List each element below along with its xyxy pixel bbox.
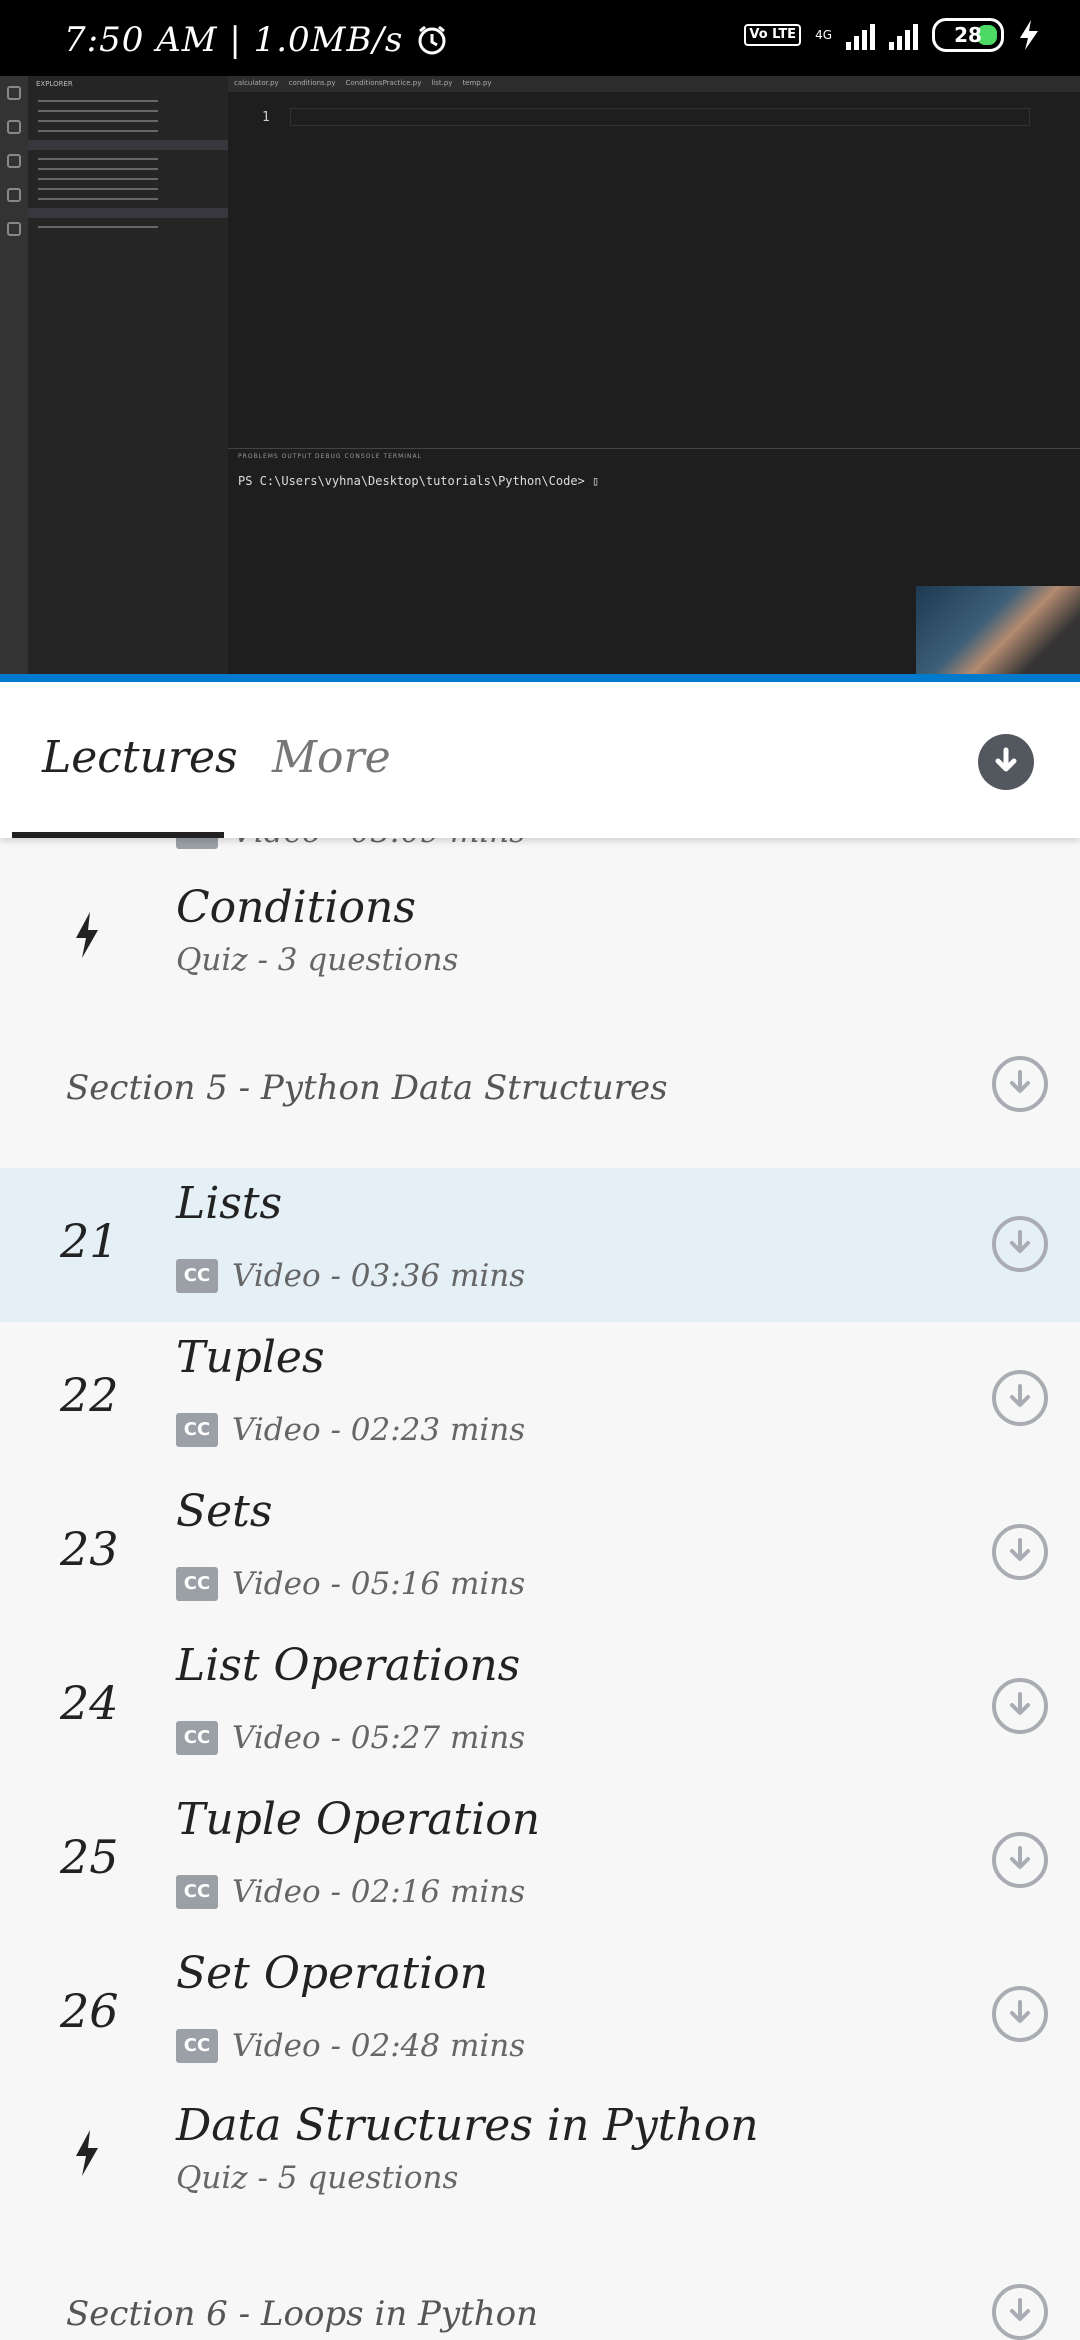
section-header-5[interactable]: Section 5 - Python Data Structures: [0, 1056, 1080, 1156]
download-icon: [1010, 2000, 1030, 2023]
lecture-download-button[interactable]: [992, 1370, 1048, 1426]
quiz-title: Conditions: [176, 882, 416, 933]
lecture-title: Tuples: [176, 1332, 325, 1383]
line-number: 1: [262, 110, 270, 125]
lecture-title: Tuple Operation: [176, 1794, 541, 1845]
lecture-subtitle: CC Video - 05:27 mins: [176, 1720, 525, 1756]
download-icon: [995, 747, 1017, 772]
editor-tab: calculator.py: [234, 79, 279, 87]
tab-bar: Lectures More: [0, 682, 1080, 838]
download-icon: [1010, 1230, 1030, 1253]
section-download-button[interactable]: [992, 2284, 1048, 2340]
lecture-video[interactable]: EXPLORER calculator.py conditions.py Con…: [0, 76, 1080, 682]
battery-level: 28: [954, 23, 982, 47]
cc-icon: CC: [176, 1259, 218, 1293]
editor-tab: temp.py: [462, 79, 492, 87]
download-icon: [1010, 1692, 1030, 1715]
tab-lectures[interactable]: Lectures: [42, 732, 238, 783]
cc-icon: CC: [176, 1567, 218, 1601]
status-bar: 7:50 AM | 1.0MB/s Vo LTE 4G 28: [0, 0, 1080, 76]
lecture-number: 25: [60, 1830, 119, 1884]
quiz-title: Data Structures in Python: [176, 2100, 759, 2151]
status-left: 7:50 AM | 1.0MB/s: [64, 20, 449, 60]
quiz-bolt-icon: [76, 2130, 98, 2176]
cc-icon: CC: [176, 2029, 218, 2063]
cc-icon: CC: [176, 1721, 218, 1755]
status-right: Vo LTE 4G 28: [744, 18, 1040, 52]
section-title: Section 6 - Loops in Python: [66, 2294, 539, 2334]
active-tab-indicator: [12, 832, 224, 838]
signal-icon: [846, 20, 875, 50]
tab-more[interactable]: More: [272, 732, 391, 783]
section-header-6[interactable]: Section 6 - Loops in Python: [0, 2284, 1080, 2340]
lecture-item-21[interactable]: 21 Lists CC Video - 03:36 mins: [0, 1168, 1080, 1322]
lecture-item-24[interactable]: 24 List Operations CC Video - 05:27 mins: [0, 1630, 1080, 1784]
lecture-subtitle: CC Video - 02:16 mins: [176, 1874, 525, 1910]
terminal-prompt: PS C:\Users\vyhna\Desktop\tutorials\Pyth…: [238, 474, 600, 488]
volte-badge: Vo LTE: [744, 24, 802, 46]
signal-icon-2: [889, 20, 918, 50]
lecture-number: 26: [60, 1984, 119, 2038]
editor-tab: ConditionsPractice.py: [345, 79, 422, 87]
lecture-download-button[interactable]: [992, 1986, 1048, 2042]
download-icon: [1010, 1538, 1030, 1561]
lecture-item-23[interactable]: 23 Sets CC Video - 05:16 mins: [0, 1476, 1080, 1630]
lecture-subtitle: CC Video - 02:48 mins: [176, 2028, 525, 2064]
lecture-title: Lists: [176, 1178, 283, 1229]
lecture-download-button[interactable]: [992, 1216, 1048, 1272]
lecture-number: 22: [60, 1368, 119, 1422]
quiz-subtitle: Quiz - 5 questions: [176, 2160, 459, 2196]
instructor-webcam: [916, 586, 1080, 682]
editor-tab: list.py: [431, 79, 453, 87]
quiz-bolt-icon: [76, 912, 98, 958]
vscode-activity-bar: [0, 76, 28, 676]
download-icon: [1010, 1846, 1030, 1869]
download-all-button[interactable]: [978, 734, 1034, 790]
lecture-subtitle: CCVideo - 03:09 mins: [176, 838, 525, 850]
status-time-speed: 7:50 AM | 1.0MB/s: [64, 20, 404, 60]
quiz-item-data-structures[interactable]: Data Structures in Python Quiz - 5 quest…: [0, 2094, 1080, 2204]
download-icon: [1010, 1384, 1030, 1407]
lecture-number: 23: [60, 1522, 119, 1576]
network-type: 4G: [815, 28, 832, 42]
lecture-item-26[interactable]: 26 Set Operation CC Video - 02:48 mins: [0, 1938, 1080, 2092]
charging-icon: [1020, 20, 1038, 50]
lecture-subtitle: CC Video - 03:36 mins: [176, 1258, 525, 1294]
editor-tab: conditions.py: [288, 79, 336, 87]
section-download-button[interactable]: [992, 1056, 1048, 1112]
section-title: Section 5 - Python Data Structures: [66, 1068, 668, 1108]
download-icon: [1010, 1070, 1030, 1093]
lecture-title: Set Operation: [176, 1948, 488, 1999]
lecture-subtitle: CC Video - 02:23 mins: [176, 1412, 525, 1448]
lecture-number: 24: [60, 1676, 119, 1730]
lecture-download-button[interactable]: [992, 1524, 1048, 1580]
lecture-number: 21: [60, 1214, 119, 1268]
list-item-partial: CCVideo - 03:09 mins: [0, 838, 1080, 850]
lecture-download-button[interactable]: [992, 1678, 1048, 1734]
current-line-highlight: [290, 108, 1030, 126]
quiz-subtitle: Quiz - 3 questions: [176, 942, 459, 978]
lecture-list: CCVideo - 03:09 mins Conditions Quiz - 3…: [0, 838, 1080, 2340]
lecture-download-button[interactable]: [992, 1832, 1048, 1888]
download-icon: [1010, 2298, 1030, 2321]
battery-icon: 28: [932, 18, 1004, 52]
vscode-explorer: EXPLORER: [28, 76, 228, 676]
cc-icon: CC: [176, 1875, 218, 1909]
quiz-item-conditions[interactable]: Conditions Quiz - 3 questions: [0, 874, 1080, 984]
alarm-icon: [418, 25, 446, 55]
lecture-title: List Operations: [176, 1640, 521, 1691]
cc-icon: CC: [176, 1413, 218, 1447]
lecture-title: Sets: [176, 1486, 273, 1537]
panel-tabs: PROBLEMS OUTPUT DEBUG CONSOLE TERMINAL: [238, 453, 422, 460]
vscode-status-bar: [0, 674, 1080, 682]
vscode-tabs: calculator.py conditions.py ConditionsPr…: [228, 76, 1080, 92]
lecture-subtitle: CC Video - 05:16 mins: [176, 1566, 525, 1602]
lecture-item-25[interactable]: 25 Tuple Operation CC Video - 02:16 mins: [0, 1784, 1080, 1938]
lecture-item-22[interactable]: 22 Tuples CC Video - 02:23 mins: [0, 1322, 1080, 1476]
cc-icon: CC: [176, 838, 218, 849]
